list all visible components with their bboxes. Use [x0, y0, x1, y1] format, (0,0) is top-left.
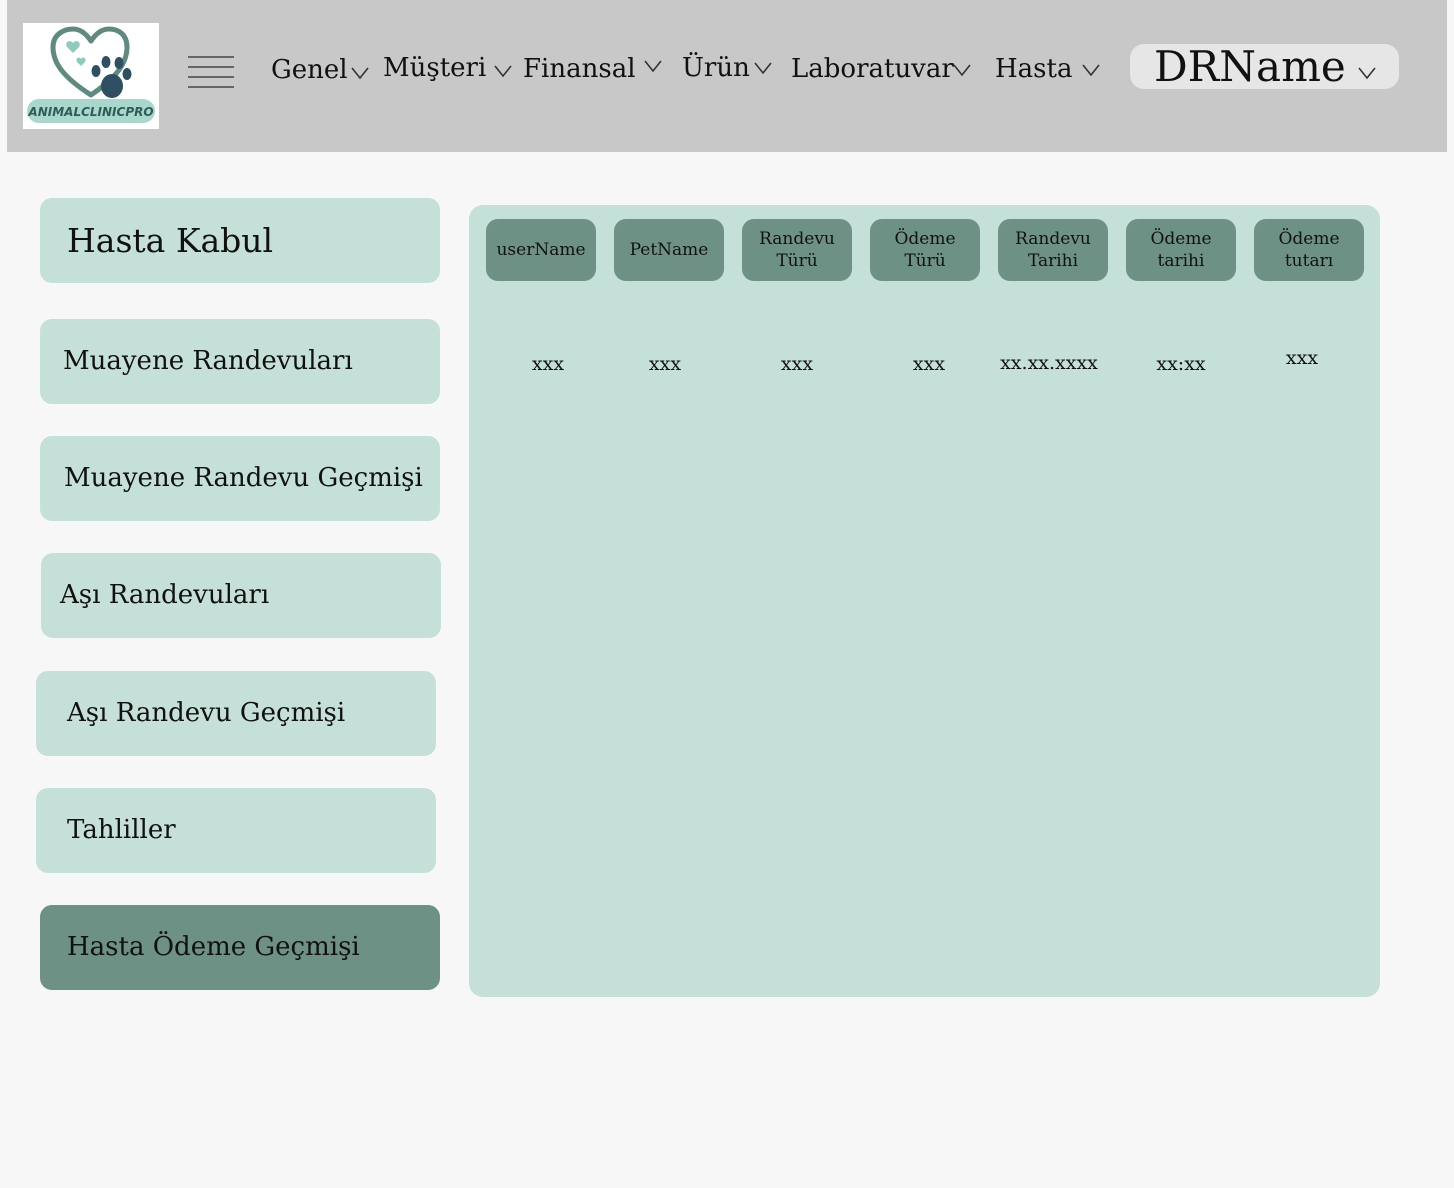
- sidebar-item-label: Hasta Kabul: [67, 221, 274, 260]
- column-header-line: Türü: [904, 251, 946, 271]
- sidebar-item-asi-randevulari[interactable]: Aşı Randevuları: [41, 553, 441, 638]
- nav-laboratuvar[interactable]: Laboratuvar: [791, 50, 976, 90]
- chevron-down-icon: [351, 66, 369, 80]
- column-header-line: Randevu: [759, 229, 835, 249]
- table-cell: xxx: [1285, 347, 1319, 369]
- logo-text: ANIMALCLINICPRO: [27, 105, 153, 119]
- payment-history-table: userName PetName Randevu Türü Ödeme Türü R…: [469, 205, 1380, 997]
- app-logo[interactable]: ANIMALCLINICPRO: [23, 23, 159, 129]
- chevron-down-icon: [494, 64, 512, 78]
- nav-hasta[interactable]: Hasta: [995, 50, 1105, 90]
- column-header-odeme-tarihi[interactable]: Ödeme tarihi: [1126, 219, 1236, 281]
- column-header-line: tutarı: [1284, 251, 1334, 271]
- sidebar-item-muayene-randevu-gecmisi[interactable]: Muayene Randevu Geçmişi: [40, 436, 440, 521]
- nav-genel[interactable]: Genel: [271, 50, 381, 90]
- nav-hasta-label: Hasta: [995, 54, 1073, 84]
- column-header-line: Ödeme: [1150, 229, 1212, 249]
- nav-finansal-label: Finansal: [523, 54, 636, 84]
- column-header-line: Ödeme: [1278, 229, 1340, 249]
- chevron-down-icon: [754, 61, 772, 75]
- column-header-petname[interactable]: PetName: [614, 219, 724, 281]
- sidebar-item-tahliller[interactable]: Tahliller: [36, 788, 436, 873]
- chevron-down-icon: [953, 63, 971, 77]
- column-header-username[interactable]: userName: [486, 219, 596, 281]
- sidebar-item-hasta-odeme-gecmisi[interactable]: Hasta Ödeme Geçmişi: [40, 905, 440, 990]
- column-header-odeme-tutari[interactable]: Ödeme tutarı: [1254, 219, 1364, 281]
- sidebar-item-label: Aşı Randevu Geçmişi: [67, 698, 346, 728]
- nav-musteri[interactable]: Müşteri: [383, 50, 515, 90]
- sidebar-item-label: Tahliller: [67, 815, 176, 845]
- user-menu[interactable]: DRName: [1130, 42, 1399, 91]
- nav-genel-label: Genel: [271, 55, 348, 85]
- column-header-line: Türü: [776, 251, 818, 271]
- sidebar-item-label: Hasta Ödeme Geçmişi: [67, 932, 360, 962]
- nav-urun[interactable]: Ürün: [682, 50, 777, 90]
- nav-musteri-label: Müşteri: [383, 53, 487, 83]
- hamburger-menu-icon[interactable]: [188, 56, 234, 90]
- chevron-down-icon: [644, 59, 662, 73]
- table-cell: xxx: [912, 353, 946, 375]
- sidebar-item-label: Aşı Randevuları: [60, 580, 270, 610]
- column-header-line: Tarihi: [1027, 251, 1079, 271]
- column-header-odeme-turu[interactable]: Ödeme Türü: [870, 219, 980, 281]
- nav-urun-label: Ürün: [682, 53, 750, 83]
- column-header-line: Randevu: [1015, 229, 1091, 249]
- nav-laboratuvar-label: Laboratuvar: [791, 54, 954, 84]
- table-cell: xxx: [531, 353, 565, 375]
- column-header-line: userName: [496, 240, 586, 260]
- column-header-line: PetName: [629, 240, 709, 260]
- user-name: DRName: [1154, 42, 1346, 91]
- table-cell: xxx: [648, 353, 682, 375]
- sidebar-item-asi-randevu-gecmisi[interactable]: Aşı Randevu Geçmişi: [36, 671, 436, 756]
- column-header-line: Ödeme: [894, 229, 956, 249]
- sidebar-item-label: Muayene Randevu Geçmişi: [64, 463, 423, 493]
- table-cell: xx:xx: [1156, 353, 1206, 375]
- sidebar-item-label: Muayene Randevuları: [63, 346, 353, 376]
- table-cell: xxx: [780, 353, 814, 375]
- sidebar-item-muayene-randevulari[interactable]: Muayene Randevuları: [40, 319, 440, 404]
- chevron-down-icon: [1082, 63, 1100, 77]
- column-header-line: tarihi: [1157, 251, 1205, 271]
- nav-finansal[interactable]: Finansal: [523, 50, 668, 90]
- column-header-randevu-turu[interactable]: Randevu Türü: [742, 219, 852, 281]
- table-cell: xx.xx.xxxx: [1000, 352, 1098, 374]
- sidebar-item-hasta-kabul[interactable]: Hasta Kabul: [40, 198, 440, 283]
- column-header-randevu-tarihi[interactable]: Randevu Tarihi: [998, 219, 1108, 281]
- chevron-down-icon: [1358, 66, 1376, 80]
